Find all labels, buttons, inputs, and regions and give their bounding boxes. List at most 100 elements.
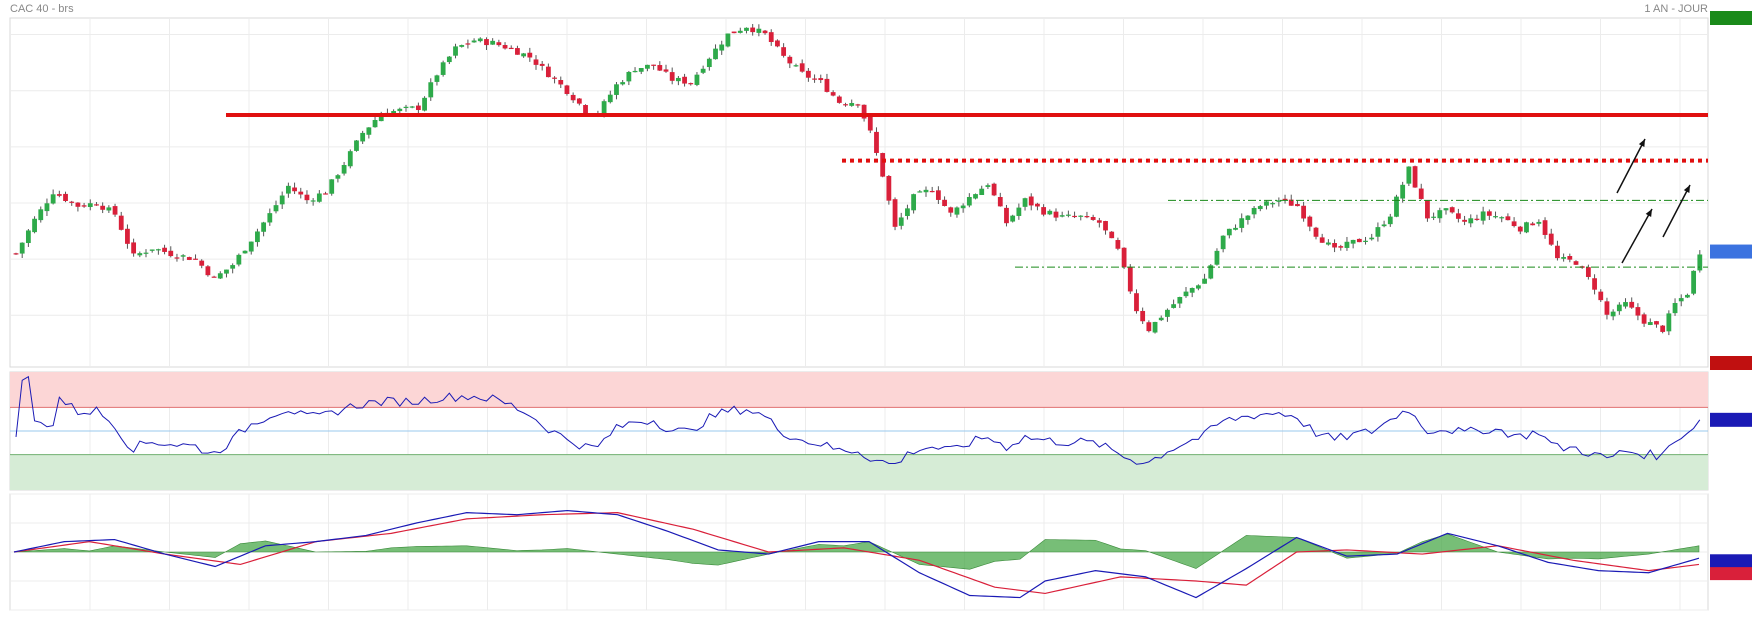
candle-down xyxy=(69,201,75,203)
candle-up xyxy=(490,40,496,45)
candle-up xyxy=(1499,217,1505,219)
candle-down xyxy=(1356,238,1362,243)
candle-down xyxy=(731,31,737,34)
candle-up xyxy=(1047,210,1053,215)
candle-up xyxy=(273,205,279,212)
candle-down xyxy=(997,197,1003,207)
candle-up xyxy=(1257,206,1263,210)
candle-down xyxy=(1053,211,1059,218)
candle-down xyxy=(781,47,787,56)
candle-up xyxy=(230,265,236,269)
candle-up xyxy=(632,70,638,73)
candle-up xyxy=(645,64,650,69)
candle-down xyxy=(502,45,508,49)
candle-down xyxy=(1592,278,1597,290)
candle-up xyxy=(1406,166,1412,184)
candle-up xyxy=(32,218,37,233)
candle-up xyxy=(1350,239,1356,244)
candle-up xyxy=(372,120,378,128)
candle-up xyxy=(25,230,31,244)
candle-down xyxy=(663,69,669,72)
candle-up xyxy=(1443,208,1449,211)
candle-up xyxy=(440,62,446,75)
candle-up xyxy=(1165,309,1170,317)
candle-down xyxy=(843,104,848,106)
candle-down xyxy=(682,76,687,84)
candle-up xyxy=(310,200,316,202)
candle-up xyxy=(607,94,613,103)
candle-down xyxy=(657,65,663,71)
candle-up xyxy=(1387,216,1393,225)
candle-down xyxy=(1486,211,1492,216)
candle-down xyxy=(583,105,588,114)
candle-down xyxy=(818,78,824,81)
candle-up xyxy=(155,249,161,251)
candle-down xyxy=(1109,231,1115,239)
candle-down xyxy=(669,72,675,81)
candle-down xyxy=(508,47,514,50)
candle-up xyxy=(316,193,322,202)
candle-up xyxy=(973,194,978,199)
candle-up xyxy=(1177,297,1183,304)
candle-up xyxy=(453,46,458,56)
candle-up xyxy=(966,197,972,206)
candle-down xyxy=(1035,203,1040,207)
candle-up xyxy=(44,203,50,212)
candle-down xyxy=(533,59,539,65)
candle-up xyxy=(1616,304,1622,312)
candle-down xyxy=(125,228,130,244)
candle-down xyxy=(1332,243,1337,248)
candle-down xyxy=(81,205,87,207)
candle-up xyxy=(428,82,434,98)
candle-down xyxy=(1134,293,1139,312)
candle-down xyxy=(1474,218,1480,220)
candle-up xyxy=(1078,215,1084,217)
candle-down xyxy=(991,183,997,196)
candle-up xyxy=(706,58,712,68)
candle-up xyxy=(620,82,626,85)
candle-down xyxy=(1530,223,1536,226)
candle-up xyxy=(638,68,644,72)
candle-up xyxy=(1251,207,1257,215)
candle-up xyxy=(849,103,855,106)
candle-up xyxy=(1195,285,1201,289)
stock-chart[interactable]: CAC 40 - brs 1 AN - JOUR xyxy=(0,0,1753,630)
candle-down xyxy=(1573,261,1579,265)
chart-title: CAC 40 - brs xyxy=(10,3,74,15)
candle-down xyxy=(1629,301,1635,308)
candle-up xyxy=(601,101,607,114)
candle-up xyxy=(1171,304,1177,308)
candle-up xyxy=(1239,218,1245,228)
candle-up xyxy=(917,191,923,193)
candle-down xyxy=(527,52,533,58)
candle-down xyxy=(496,42,502,46)
candle-up xyxy=(923,189,929,193)
candle-down xyxy=(651,64,657,66)
candle-up xyxy=(279,195,285,205)
candle-down xyxy=(1635,307,1641,316)
candle-down xyxy=(948,207,954,213)
candle-up xyxy=(1065,214,1071,216)
candle-down xyxy=(539,63,545,66)
candle-up xyxy=(1375,227,1381,237)
candle-up xyxy=(1524,222,1529,233)
candle-up xyxy=(1059,215,1065,217)
candle-down xyxy=(1146,322,1152,332)
candle-down xyxy=(886,176,892,201)
candle-down xyxy=(545,66,551,78)
candle-down xyxy=(1121,247,1127,268)
chart-period[interactable]: 1 AN - JOUR xyxy=(1644,3,1708,15)
candle-down xyxy=(465,43,471,45)
candle-down xyxy=(1517,226,1523,232)
candle-down xyxy=(929,190,935,193)
candle-up xyxy=(1493,216,1498,218)
candle-up xyxy=(898,217,904,226)
candle-down xyxy=(75,202,81,207)
candle-up xyxy=(1480,211,1486,221)
candle-down xyxy=(1425,200,1430,219)
candle-up xyxy=(360,132,366,142)
candle-down xyxy=(1660,325,1666,332)
candle-down xyxy=(1115,240,1121,249)
macd-signal-badge-bg xyxy=(1710,567,1752,581)
candle-up xyxy=(87,203,93,208)
